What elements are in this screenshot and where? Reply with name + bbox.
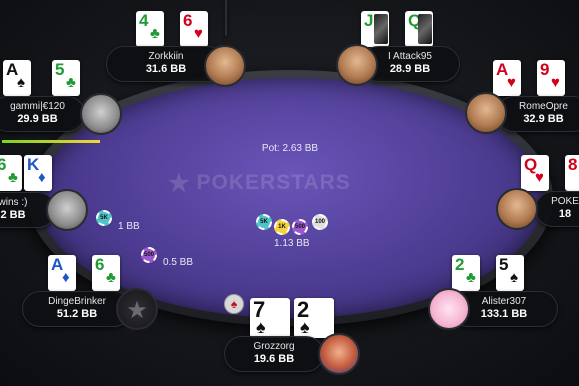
card-suit: ♥ <box>535 169 544 186</box>
card-suit: ♥ <box>194 25 203 42</box>
hole-card: 8♥ <box>565 155 579 191</box>
player-plate-spacer <box>225 0 227 36</box>
player-name: gammi|€120 <box>10 101 65 112</box>
avatar <box>465 92 507 134</box>
player-plate: Grozzorg 19.6 BB <box>224 336 324 372</box>
chip-100: 100 <box>312 214 328 230</box>
card-rank: J <box>364 11 374 30</box>
hole-card: 5 ♠ <box>496 255 524 291</box>
hole-card: 6 ♣ <box>92 255 120 291</box>
card-rank: 8 <box>568 155 578 174</box>
avatar <box>496 188 538 230</box>
face-card-art <box>418 14 432 44</box>
player-name: DingeBrinker <box>48 296 106 307</box>
hole-card: 6 ♣ <box>0 155 22 191</box>
hole-card: 4 ♣ <box>136 11 164 47</box>
center-bet-amount: 1.13 BB <box>274 238 310 249</box>
hole-card: 7 ♠ <box>250 298 290 338</box>
hole-card: K ♦ <box>24 155 52 191</box>
hole-card: A ♦ <box>48 255 76 291</box>
card-suit: ♠ <box>17 74 25 91</box>
player-plate: gammi|€120 29.9 BB <box>0 96 85 132</box>
pokerstars-logo: ★ POKERSTARS <box>168 168 428 198</box>
card-suit: ♣ <box>66 74 76 91</box>
player-name: POKE <box>551 196 579 207</box>
card-suit: ♣ <box>150 25 160 42</box>
hole-card: Q <box>405 11 433 47</box>
card-suit: ♣ <box>106 269 116 286</box>
player-stack: 32.9 BB <box>523 113 564 125</box>
avatar <box>204 45 246 87</box>
card-suit: ♦ <box>62 269 70 286</box>
action-timer-bar <box>2 140 100 143</box>
player-stack: 51.2 BB <box>56 308 98 320</box>
avatar <box>336 44 378 86</box>
card-suit: ♠ <box>256 317 266 337</box>
face-card-art <box>374 14 388 44</box>
player-name: Grozzorg <box>253 341 295 352</box>
chip-500-label: 500 <box>294 224 305 230</box>
bet-amount: 0.5 BB <box>163 257 194 268</box>
hole-card: 5 ♣ <box>52 60 80 96</box>
card-suit: ♠ <box>510 269 518 286</box>
card-suit: ♣ <box>466 269 476 286</box>
chip-5k-label: 5K <box>260 219 268 225</box>
chip-1k: 1K <box>274 219 290 235</box>
card-rank: 6 <box>0 155 7 174</box>
hole-card: A ♠ <box>3 60 31 96</box>
hole-card: 6 ♥ <box>180 11 208 47</box>
card-suit: ♠ <box>300 317 310 337</box>
dealer-button: ♠ <box>224 294 244 314</box>
card-suit: ♦ <box>38 169 46 186</box>
chip-label: 5K <box>100 215 108 221</box>
timer-fill <box>2 140 100 143</box>
player-plate: RomeOpre 32.9 BB <box>496 96 579 132</box>
hole-card: 2 ♠ <box>294 298 334 338</box>
hole-card: A ♥ <box>493 60 521 96</box>
chip-label: 500 <box>143 252 154 258</box>
hole-card: J <box>361 11 389 47</box>
chip-1k-label: 1K <box>278 224 286 230</box>
poker-table-view: ★ POKERSTARS Pot: 2.63 BB 5K 1K 500 100 … <box>0 0 579 386</box>
brand-text: POKERSTARS <box>196 171 351 194</box>
player-stack: 18 <box>558 208 572 220</box>
card-rank: 2 <box>455 255 465 274</box>
card-rank: 4 <box>139 11 149 30</box>
pot-label: Pot: 2.63 BB <box>261 143 319 154</box>
bet-chip: 5K <box>96 210 112 226</box>
card-rank: 9 <box>540 60 550 79</box>
avatar <box>80 93 122 135</box>
card-suit: ♣ <box>8 169 18 186</box>
avatar: ★ <box>116 288 158 330</box>
chip-5k: 5K <box>256 214 272 230</box>
card-rank: 5 <box>55 60 65 79</box>
hole-card: 2 ♣ <box>452 255 480 291</box>
card-rank: 5 <box>499 255 509 274</box>
player-stack: 19.6 BB <box>253 353 295 365</box>
card-rank: 6 <box>183 11 193 30</box>
star-icon: ★ <box>126 297 148 324</box>
hole-card: 9 ♥ <box>537 60 565 96</box>
avatar <box>428 288 470 330</box>
bet-chip: 500 <box>141 247 157 263</box>
chip-500: 500 <box>292 219 308 235</box>
bet-amount: 1 BB <box>118 221 140 232</box>
avatar <box>46 189 88 231</box>
card-rank: 6 <box>95 255 105 274</box>
card-suit: ♥ <box>551 74 560 91</box>
avatar <box>318 333 360 375</box>
hole-card: Q ♥ <box>521 155 549 191</box>
chip-100-label: 100 <box>314 219 325 225</box>
player-stack: 29.9 BB <box>17 113 58 125</box>
player-plate: POKE 18 <box>535 191 579 227</box>
card-suit: ♥ <box>507 74 516 91</box>
star-icon: ★ <box>168 169 191 197</box>
player-name: RomeOpre <box>519 101 568 112</box>
